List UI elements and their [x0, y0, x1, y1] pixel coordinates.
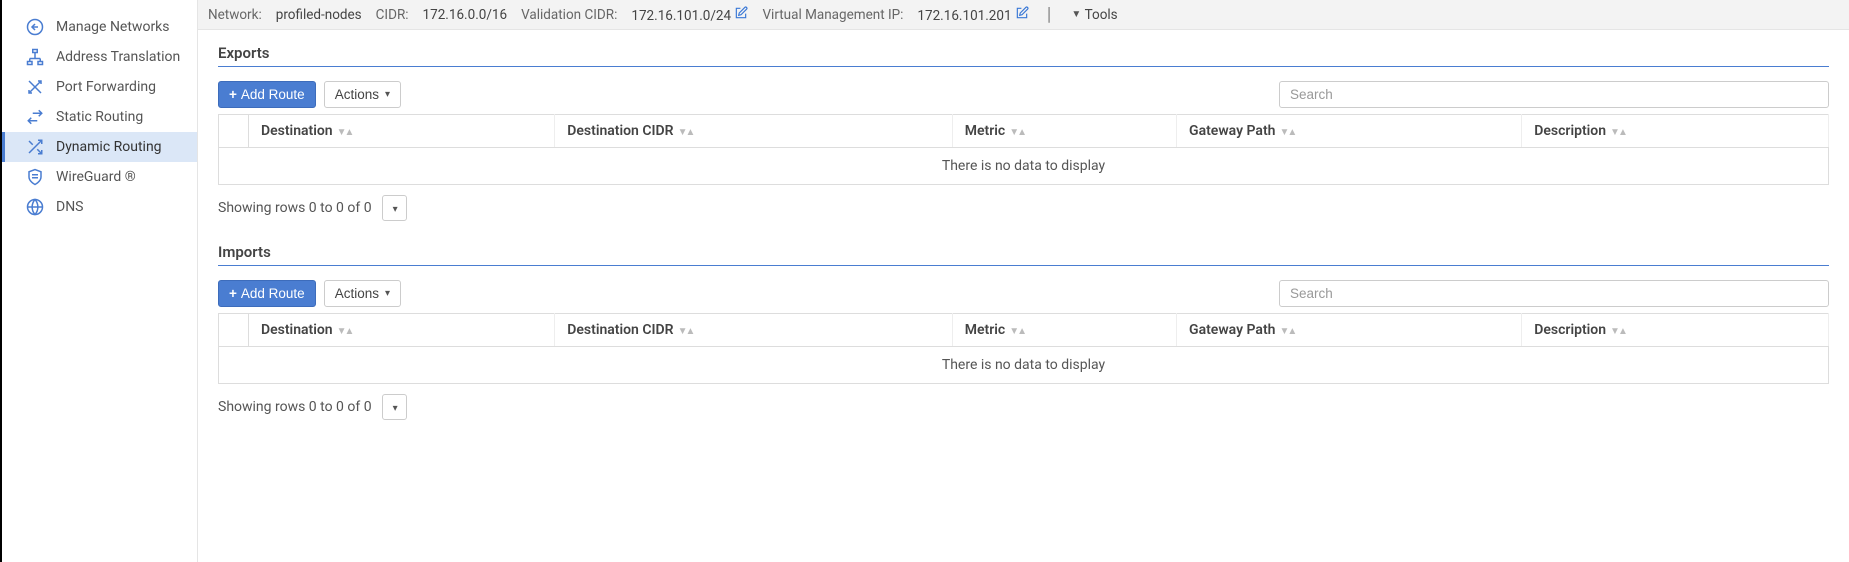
export-search-input[interactable] [1279, 81, 1829, 108]
exports-page-size-dropdown[interactable]: ▾ [382, 195, 407, 221]
vmip-value: 172.16.101.201 [917, 8, 1011, 24]
imports-table: Destination▼▲ Destination CIDR▼▲ Metric▼… [218, 313, 1829, 384]
sidebar-item-wireguard[interactable]: WireGuard ® [2, 162, 197, 192]
sidebar-item-label: Static Routing [56, 109, 143, 125]
network-value: profiled-nodes [276, 7, 362, 23]
sort-icon: ▼▲ [337, 127, 353, 138]
column-metric[interactable]: Metric▼▲ [952, 115, 1176, 148]
column-description[interactable]: Description▼▲ [1522, 314, 1829, 347]
sidebar-item-label: DNS [56, 199, 84, 215]
column-destination[interactable]: Destination▼▲ [249, 314, 555, 347]
add-import-route-button[interactable]: + Add Route [218, 280, 316, 307]
caret-down-icon: ▾ [393, 403, 398, 414]
column-destination-cidr[interactable]: Destination CIDR▼▲ [555, 115, 952, 148]
sidebar-item-port-forwarding[interactable]: Port Forwarding [2, 72, 197, 102]
globe-icon [26, 198, 44, 216]
sidebar-item-dns[interactable]: DNS [2, 192, 197, 222]
table-empty-message: There is no data to display [219, 347, 1829, 384]
caret-down-icon: ▾ [385, 89, 390, 100]
edit-vmip-icon[interactable] [1015, 8, 1029, 24]
exports-table: Destination▼▲ Destination CIDR▼▲ Metric▼… [218, 114, 1829, 185]
network-tree-icon [26, 48, 44, 66]
sidebar-item-label: Dynamic Routing [56, 139, 162, 155]
column-description[interactable]: Description▼▲ [1522, 115, 1829, 148]
sort-icon: ▼▲ [678, 326, 694, 337]
import-search-input[interactable] [1279, 280, 1829, 307]
swap-arrows-icon [26, 108, 44, 126]
imports-page-size-dropdown[interactable]: ▾ [382, 394, 407, 420]
sort-icon: ▼▲ [1279, 326, 1295, 337]
sort-icon: ▼▲ [1009, 326, 1025, 337]
export-actions-dropdown[interactable]: Actions▾ [324, 81, 401, 108]
column-destination[interactable]: Destination▼▲ [249, 115, 555, 148]
cidr-value: 172.16.0.0/16 [423, 7, 508, 23]
sidebar-item-label: Manage Networks [56, 19, 170, 35]
sort-icon: ▼▲ [1610, 127, 1626, 138]
tools-dropdown[interactable]: ▼ Tools [1069, 7, 1117, 23]
exports-section: Exports + Add Route Actions▾ [218, 44, 1829, 221]
sort-icon: ▼▲ [337, 326, 353, 337]
sidebar-item-label: WireGuard ® [56, 169, 136, 185]
caret-down-icon: ▼ [1071, 9, 1081, 20]
add-export-route-button[interactable]: + Add Route [218, 81, 316, 108]
shield-icon [26, 168, 44, 186]
column-gateway-path[interactable]: Gateway Path▼▲ [1177, 115, 1522, 148]
validation-cidr-label: Validation CIDR: [521, 7, 617, 23]
section-title-exports: Exports [218, 44, 1829, 67]
plus-icon: + [229, 286, 237, 301]
sidebar-item-dynamic-routing[interactable]: Dynamic Routing [2, 132, 197, 162]
infobar: Network: profiled-nodes CIDR: 172.16.0.0… [198, 0, 1849, 30]
caret-down-icon: ▾ [393, 204, 398, 215]
sidebar: Manage Networks Address Translation Port… [2, 0, 198, 562]
column-gateway-path[interactable]: Gateway Path▼▲ [1177, 314, 1522, 347]
exports-table-footer: Showing rows 0 to 0 of 0 [218, 200, 372, 216]
sidebar-item-manage-networks[interactable]: Manage Networks [2, 12, 197, 42]
network-label: Network: [208, 7, 262, 23]
cross-arrows-icon [26, 78, 44, 96]
imports-section: Imports + Add Route Actions▾ [218, 243, 1829, 420]
import-actions-dropdown[interactable]: Actions▾ [324, 280, 401, 307]
column-select[interactable] [219, 314, 249, 347]
arrow-left-circle-icon [26, 18, 44, 36]
sidebar-item-static-routing[interactable]: Static Routing [2, 102, 197, 132]
cidr-label: CIDR: [376, 7, 409, 23]
sidebar-item-address-translation[interactable]: Address Translation [2, 42, 197, 72]
sort-icon: ▼▲ [678, 127, 694, 138]
main-content: Network: profiled-nodes CIDR: 172.16.0.0… [198, 0, 1849, 562]
caret-down-icon: ▾ [385, 288, 390, 299]
separator: | [1043, 4, 1055, 25]
vmip-label: Virtual Management IP: [762, 7, 903, 23]
section-title-imports: Imports [218, 243, 1829, 266]
plus-icon: + [229, 87, 237, 102]
column-select[interactable] [219, 115, 249, 148]
table-empty-message: There is no data to display [219, 148, 1829, 185]
sort-icon: ▼▲ [1009, 127, 1025, 138]
column-destination-cidr[interactable]: Destination CIDR▼▲ [555, 314, 952, 347]
sidebar-item-label: Address Translation [56, 49, 180, 65]
sort-icon: ▼▲ [1279, 127, 1295, 138]
column-metric[interactable]: Metric▼▲ [952, 314, 1176, 347]
sidebar-item-label: Port Forwarding [56, 79, 156, 95]
imports-table-footer: Showing rows 0 to 0 of 0 [218, 399, 372, 415]
shuffle-icon [26, 138, 44, 156]
sort-icon: ▼▲ [1610, 326, 1626, 337]
edit-validation-cidr-icon[interactable] [734, 8, 748, 24]
validation-cidr-value: 172.16.101.0/24 [631, 8, 731, 24]
